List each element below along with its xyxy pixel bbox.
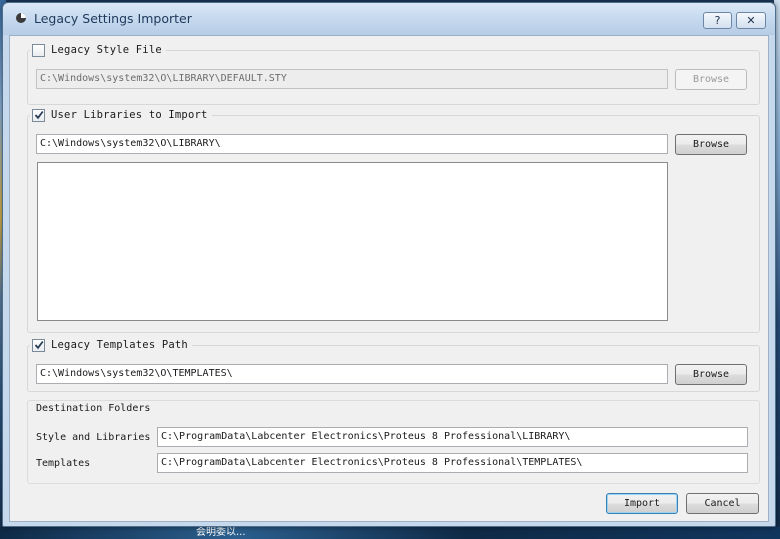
- user-libraries-header: User Libraries to Import: [30, 107, 212, 123]
- legacy-templates-label[interactable]: Legacy Templates Path: [51, 339, 188, 351]
- legacy-settings-importer-dialog: Legacy Settings Importer ? ✕ Legacy Styl…: [2, 2, 776, 527]
- legacy-templates-path-field[interactable]: C:\Windows\system32\O\TEMPLATES\: [36, 364, 668, 384]
- user-libraries-path-field[interactable]: C:\Windows\system32\O\LIBRARY\: [36, 134, 668, 154]
- legacy-style-checkbox[interactable]: [32, 43, 45, 57]
- desktop-text: 会明委以...: [196, 527, 246, 538]
- user-libraries-checkbox[interactable]: [32, 108, 45, 122]
- user-libraries-list[interactable]: [37, 162, 668, 321]
- app-icon: [15, 12, 27, 24]
- window-title: Legacy Settings Importer: [34, 11, 192, 26]
- templates-path-field[interactable]: C:\ProgramData\Labcenter Electronics\Pro…: [157, 453, 748, 473]
- legacy-style-browse-button[interactable]: Browse: [675, 69, 747, 90]
- help-button[interactable]: ?: [703, 12, 732, 29]
- import-button[interactable]: Import: [606, 493, 678, 514]
- checkmark-icon: [34, 110, 44, 119]
- legacy-templates-browse-button[interactable]: Browse: [675, 364, 747, 385]
- title-bar[interactable]: Legacy Settings Importer ? ✕: [3, 3, 775, 35]
- checkmark-icon: [34, 340, 44, 349]
- style-libraries-path-field[interactable]: C:\ProgramData\Labcenter Electronics\Pro…: [157, 427, 748, 447]
- legacy-templates-header: Legacy Templates Path: [30, 337, 192, 353]
- templates-label: Templates: [36, 458, 91, 469]
- destination-title: Destination Folders: [36, 403, 151, 414]
- legacy-style-path-field[interactable]: C:\Windows\system32\O\LIBRARY\DEFAULT.ST…: [36, 69, 668, 89]
- legacy-templates-checkbox[interactable]: [32, 338, 45, 352]
- legacy-style-label[interactable]: Legacy Style File: [51, 44, 162, 56]
- legacy-style-header: Legacy Style File: [30, 42, 166, 58]
- desktop-taskbar-strip: [0, 527, 780, 539]
- style-libraries-label: Style and Libraries: [36, 432, 151, 443]
- cancel-button[interactable]: Cancel: [686, 493, 759, 514]
- user-libraries-label[interactable]: User Libraries to Import: [51, 109, 208, 121]
- close-button[interactable]: ✕: [736, 12, 766, 29]
- dialog-body: Legacy Style File C:\Windows\system32\O\…: [9, 35, 769, 522]
- user-libraries-browse-button[interactable]: Browse: [675, 134, 747, 155]
